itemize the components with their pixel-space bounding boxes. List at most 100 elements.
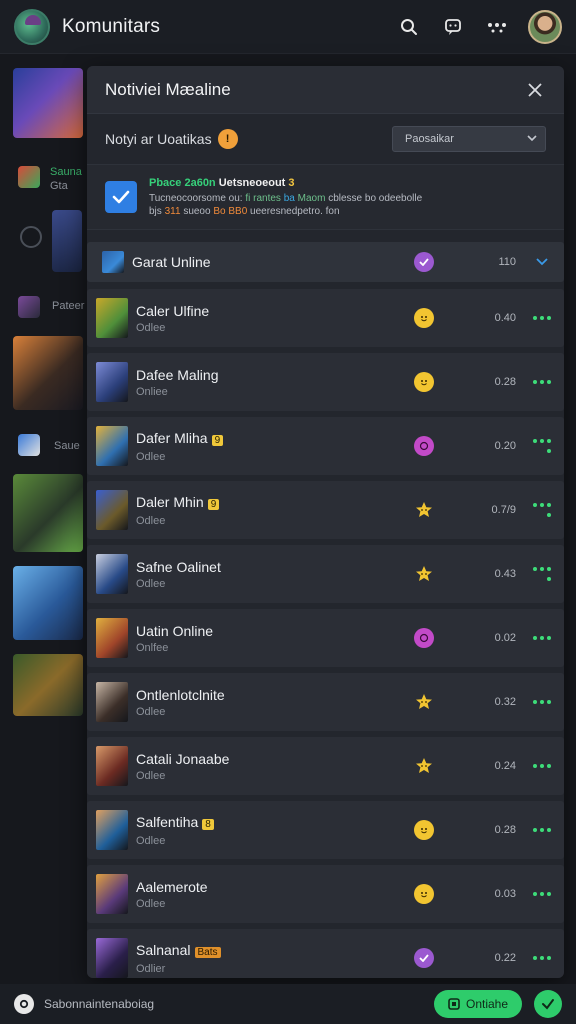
notice-text-part: fi [245,192,251,204]
background-item-label: Pateer [52,300,85,312]
more-icon[interactable] [484,14,510,40]
list-item-count: 0.20 [494,440,516,452]
game-thumbnail [96,554,128,594]
check-badge-icon [414,252,434,272]
add-icon[interactable] [534,990,562,1018]
list-item-status: Onliee [136,385,168,398]
background-item-sub: Gta [50,180,68,192]
list-item-title: Uatin Online [136,622,214,639]
background-item-label: Sauna [50,166,82,178]
online-button[interactable]: Ontiahe [434,990,522,1018]
user-avatar[interactable] [528,9,562,44]
bottom-bar: Sabonnaintenaboiag Ontiahe [0,984,576,1024]
more-options-icon[interactable] [530,882,554,906]
list-item-title: Caler Ulfine [136,302,210,319]
more-options-icon[interactable] [530,626,554,650]
background-thumbnail[interactable] [13,336,83,410]
emoji-badge-icon [414,308,434,328]
background-app-icon[interactable] [18,296,40,318]
chevron-down-icon[interactable] [530,250,554,274]
notice-text-part: Maom [297,192,326,204]
list-item-status: Onlfee [136,641,169,654]
notification-panel: Notiviei Mæaline Notyi ar Uoatikas ! Pao… [87,66,564,978]
list-item-count: 0.28 [494,376,516,388]
settings-icon[interactable] [20,226,42,248]
chat-icon[interactable] [440,14,466,40]
list-item-text: Uatin Online Onlfee [136,623,414,654]
star-badge-icon [414,692,434,712]
list-item[interactable]: Catali Jonaabe Odlee 0.24 [87,737,564,795]
more-options-icon[interactable] [530,370,554,394]
background-thumbnail[interactable] [52,210,82,272]
filter-badge: ! [217,129,238,149]
status-icon[interactable] [14,994,34,1014]
notice-checkbox[interactable] [105,181,137,213]
list-item-count: 0.7/9 [491,504,516,516]
more-options-icon[interactable] [530,498,554,522]
more-options-icon[interactable] [530,434,554,458]
more-options-icon[interactable] [530,946,554,970]
list-item-count: 0.28 [494,824,516,836]
notice-text-part: cblesse bo odeebolle [328,192,423,204]
list-item[interactable]: Salnanal Bats Odlier 0.22 [87,929,564,978]
close-icon[interactable] [524,79,546,101]
background-thumbnail[interactable] [13,566,83,640]
list-item[interactable]: Uatin Online Onlfee 0.02 [87,609,564,667]
star-badge-icon [414,564,434,584]
list-item[interactable]: Safne Oalinet Odlee 0.43 [87,545,564,603]
more-options-icon[interactable] [530,818,554,842]
background-thumbnail[interactable] [13,474,83,552]
list-item[interactable]: Dafer Mliha 9 Odlee 0.20 [87,417,564,475]
list-item-title: Aalemerote [136,878,208,895]
app-logo [14,8,50,45]
more-options-icon[interactable] [530,690,554,714]
bottom-label: Sabonnaintenaboiag [44,997,155,1011]
list-item-status: Odlee [136,834,166,847]
star-badge-icon [414,500,434,520]
list-item-count: 0.32 [494,696,516,708]
list-item-count: 0.03 [494,888,516,900]
list-item-count: 0.02 [494,632,516,644]
background-app-icon[interactable] [18,166,40,188]
emoji-badge-icon [414,820,434,840]
more-options-icon[interactable] [530,306,554,330]
list-item[interactable]: Salfentiha 8 Odlee 0.28 [87,801,564,859]
list-item[interactable]: Ontlenlotclnite Odlee 0.32 [87,673,564,731]
notice-body: Tucneocoorsome ou: fi rantes ba Maom cbl… [149,192,422,218]
list-item-text: Caler Ulfine Odlee [136,303,414,334]
list-item-text: Aalemerote Odlee [136,879,414,910]
friends-list: Garat Unline 110 Caler Ulfine Odlee 0.40 Dafe… [87,242,564,978]
game-thumbnail [96,362,128,402]
notice-text-part: BB0 [228,205,248,217]
notice-text-part: bjs [149,205,162,217]
background-thumbnail[interactable] [13,68,83,138]
online-button-label: Ontiahe [465,997,509,1011]
background-thumbnail[interactable] [13,654,83,716]
list-item-title: Ontlenlotclnite [136,686,225,703]
list-item-title: Dafee Maling [136,366,219,383]
list-item-text: Catali Jonaabe Odlee [136,751,414,782]
list-item[interactable]: Caler Ulfine Odlee 0.40 [87,289,564,347]
emoji-badge-icon [414,628,434,648]
notice-text-part: 311 [164,205,181,217]
filter-select[interactable]: Paosaikar [392,126,546,152]
notice-box: Pbace 2a60n Uetsneoeout 3 Tucneocoorsome… [87,164,564,230]
list-item-title: Safne Oalinet [136,558,221,575]
notice-title-c: 3 [288,176,295,189]
search-icon[interactable] [396,14,422,40]
list-item-status: Odlee [136,769,166,782]
notice-text-part: Tucneocoorsome ou: [149,192,243,204]
notice-text: Pbace 2a60n Uetsneoeout 3 Tucneocoorsome… [149,177,422,218]
list-item[interactable]: Daler Mhin 9 Odlee 0.7/9 [87,481,564,539]
notice-title-a: Pbace 2a60n [149,176,216,189]
panel-header: Notiviei Mæaline [87,66,564,114]
list-item[interactable]: Garat Unline 110 [87,242,564,282]
background-app-icon[interactable] [18,434,40,456]
list-item[interactable]: Aalemerote Odlee 0.03 [87,865,564,923]
notice-text-part: sueoo [183,205,211,217]
more-options-icon[interactable] [530,562,554,586]
list-item-status: Odlee [136,577,166,590]
more-options-icon[interactable] [530,754,554,778]
list-item[interactable]: Dafee Maling Onliee 0.28 [87,353,564,411]
list-item-status: Odlee [136,897,166,910]
